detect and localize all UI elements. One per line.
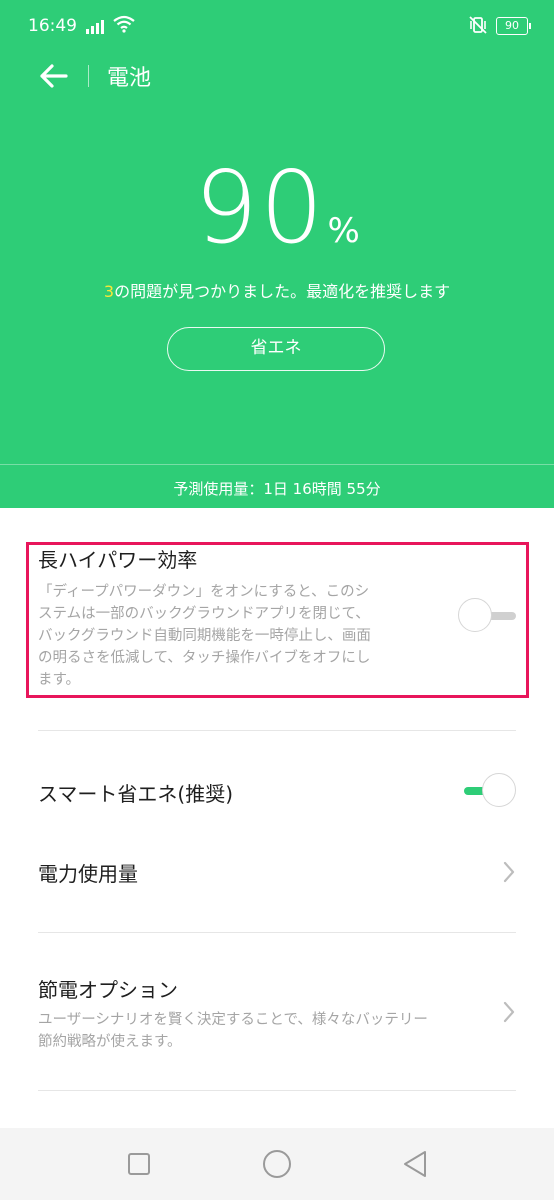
page-title: 電池 bbox=[107, 66, 152, 91]
setting-description: ユーザーシナリオを賢く決定することで、様々なバッテリー 節約戦略が使えます。 bbox=[38, 1009, 516, 1053]
recent-apps-icon[interactable] bbox=[123, 1148, 155, 1180]
setting-title: 節電オプション bbox=[38, 978, 178, 1002]
wifi-icon bbox=[113, 15, 135, 38]
desc-line: バックグラウンド自動同期機能を一時停止し、画面 bbox=[38, 628, 371, 644]
signal-icon bbox=[86, 18, 108, 39]
toggle-knob bbox=[482, 773, 516, 807]
desc-line: ステムは一部のバックグラウンドアプリを閉じて、 bbox=[38, 606, 370, 622]
desc-line: 節約戦略が使えます。 bbox=[38, 1034, 182, 1050]
desc-line: の明るさを低減して、タッチ操作バイブをオフにし bbox=[38, 650, 371, 666]
issues-text: の問題が見つかりました。最適化を推奨します bbox=[114, 282, 451, 301]
back-triangle-icon[interactable] bbox=[399, 1148, 431, 1180]
long-power-toggle[interactable] bbox=[458, 598, 518, 634]
battery-header-panel: 16:49 90 電池 90% 3の問題が見つかりました。最適化を推奨します 省… bbox=[0, 0, 554, 508]
battery-percent-unit: % bbox=[327, 211, 360, 251]
chevron-right-icon[interactable] bbox=[502, 861, 516, 883]
status-bar: 16:49 90 bbox=[28, 15, 531, 40]
header-divider-line bbox=[0, 464, 554, 465]
desc-line: 「ディープパワーダウン」をオンにすると、このシ bbox=[38, 584, 370, 600]
navigation-bar bbox=[0, 1128, 554, 1200]
section-divider bbox=[38, 730, 516, 731]
setting-power-usage[interactable]: 電力使用量 bbox=[38, 858, 516, 887]
battery-percent-value: 90 bbox=[194, 149, 326, 266]
desc-line: ユーザーシナリオを賢く決定することで、様々なバッテリー bbox=[38, 1012, 428, 1028]
setting-title: 長ハイパワー効率 bbox=[38, 548, 198, 572]
toggle-knob bbox=[458, 598, 492, 632]
issues-count: 3 bbox=[103, 282, 115, 301]
setting-title: スマート省エネ(推奨) bbox=[38, 782, 234, 806]
status-time: 16:49 bbox=[28, 16, 77, 36]
setting-description: 「ディープパワーダウン」をオンにすると、このシ ステムは一部のバックグラウンドア… bbox=[38, 581, 428, 691]
setting-saving-options[interactable]: 節電オプション ユーザーシナリオを賢く決定することで、様々なバッテリー 節約戦略… bbox=[38, 974, 516, 1053]
section-divider bbox=[38, 932, 516, 933]
issues-message: 3の問題が見つかりました。最適化を推奨します bbox=[0, 278, 554, 302]
smart-eco-toggle[interactable] bbox=[456, 773, 516, 809]
setting-title: 電力使用量 bbox=[38, 862, 138, 886]
desc-line: ます。 bbox=[38, 672, 81, 688]
battery-icon: 90 bbox=[496, 17, 531, 35]
setting-long-power-efficiency[interactable]: 長ハイパワー効率 「ディープパワーダウン」をオンにすると、このシ ステムは一部の… bbox=[38, 544, 516, 691]
battery-percentage: 90% bbox=[0, 158, 554, 258]
header-divider bbox=[88, 65, 89, 87]
vibrate-off-icon bbox=[468, 15, 488, 40]
power-saving-button[interactable]: 省エネ bbox=[167, 327, 385, 371]
chevron-right-icon[interactable] bbox=[502, 1001, 516, 1023]
back-arrow-icon[interactable] bbox=[36, 58, 72, 94]
setting-smart-eco[interactable]: スマート省エネ(推奨) bbox=[38, 778, 516, 807]
section-divider bbox=[38, 1090, 516, 1091]
home-icon[interactable] bbox=[261, 1148, 293, 1180]
predicted-usage: 予測使用量：1日 16時間 55分 bbox=[173, 480, 381, 498]
